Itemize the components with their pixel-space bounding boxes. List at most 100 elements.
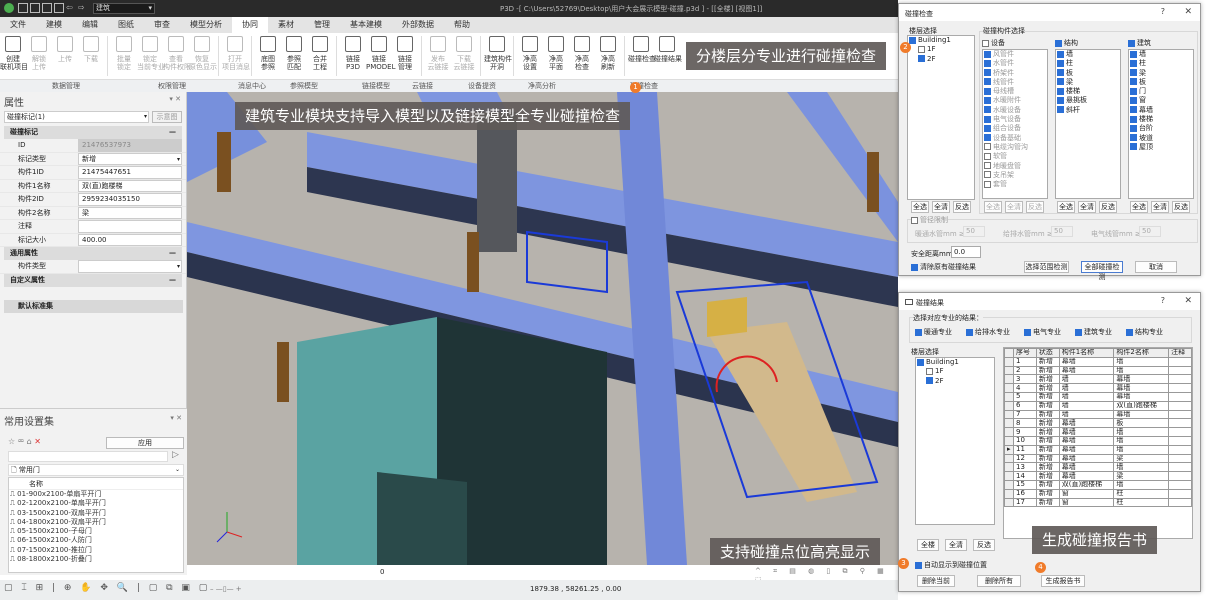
ribbon-button[interactable]: 净高 检查 [569,33,595,79]
ribbon-button[interactable]: 解锁 上传 [26,33,52,79]
checkbox[interactable] [1130,78,1137,86]
checkbox[interactable] [1130,87,1137,95]
element-selector[interactable]: 碰撞标记(1) ▾ [4,111,149,123]
property-section[interactable]: 通用属性 — [4,247,182,260]
pipe-limit-input[interactable]: 50 [963,226,985,237]
menu-tab[interactable]: 建模 [36,17,72,33]
table-row[interactable]: 4 新增墙幕墙 [1004,383,1192,393]
component-item[interactable]: 墙 [1129,50,1193,59]
checkbox[interactable] [1130,59,1137,67]
component-item[interactable]: 楼梯 [1129,115,1193,124]
column-header[interactable]: 结构 [1055,38,1078,48]
property-section[interactable]: 自定义属性 — [4,273,182,287]
ribbon-button[interactable]: 上传 [52,33,78,79]
component-item[interactable]: 水暖设备 [983,106,1047,115]
generate-report-button[interactable]: 生成报告书 [1041,575,1085,587]
checkbox[interactable] [984,87,991,95]
all-button[interactable]: 全选 [911,201,929,213]
checkbox[interactable] [984,171,991,179]
table-row[interactable]: 5 新增墙幕墙 [1004,391,1192,402]
row-selector[interactable] [1004,383,1014,393]
checkbox[interactable] [984,162,991,170]
list-item[interactable]: ⎍ 08-1800x2100-折叠门 [9,555,183,564]
checkbox[interactable] [984,96,991,104]
command-input[interactable]: 0 [380,568,384,576]
checkbox[interactable] [984,115,991,123]
property-value[interactable]: 梁 [78,206,182,219]
list-item[interactable]: ⎍ 06-1500x2100-人防门 [9,536,183,545]
tree-floor[interactable]: 2F [916,377,994,386]
component-item[interactable]: 板 [1129,78,1193,87]
component-item[interactable]: 斜杆 [1056,106,1120,115]
row-selector[interactable] [1004,391,1014,402]
new-file-icon[interactable] [18,3,28,13]
checkbox[interactable] [918,55,925,63]
list-item[interactable]: ⎍ 02-1200x2100-单扇平开门 [9,499,183,508]
checkbox[interactable] [1057,106,1064,114]
row-selector[interactable] [1004,453,1014,464]
ribbon-button[interactable]: 下载 [78,33,104,79]
row-selector[interactable] [1004,374,1014,385]
component-item[interactable]: 幕墙 [1129,106,1193,115]
ribbon-button[interactable]: 参照 匹配 [281,33,307,79]
preview-button[interactable]: 示意图 [152,111,182,123]
import-icon[interactable]: ⮹ [18,437,24,446]
ribbon-button[interactable]: 链接 P3D [340,33,366,79]
invert-button[interactable]: 反选 [1026,201,1044,213]
table-row[interactable]: ▸ 11 新增 幕墙墙 [1004,444,1192,455]
all-button[interactable]: 全选 [1057,201,1075,213]
default-set-row[interactable]: 默认标准集 [4,300,183,313]
row-selector[interactable] [1004,409,1014,420]
row-selector[interactable]: ▸ [1004,444,1014,455]
component-item[interactable]: 坡道 [1129,134,1193,143]
table-row[interactable]: 10 新增 幕墙墙 [1004,435,1192,446]
checkbox[interactable] [984,59,991,67]
clear-button[interactable]: 全清 [1151,201,1169,213]
delete-icon[interactable]: ✕ [34,437,41,446]
column-header[interactable]: 注释 [1168,348,1192,358]
row-selector[interactable] [1004,356,1014,367]
component-item[interactable]: 板 [1056,69,1120,78]
menu-tab[interactable]: 协同 [232,17,268,33]
menu-tab[interactable]: 基本建模 [340,17,392,33]
component-item[interactable]: 套管 [983,180,1047,189]
close-icon[interactable]: ✕ [1184,7,1192,17]
checkbox[interactable] [984,180,991,188]
ribbon-button[interactable]: 碰撞结果 [654,33,682,79]
ribbon-button[interactable]: 创建 联机项目 [0,33,28,79]
ribbon-button[interactable]: 净高 刷新 [595,33,621,79]
column-header[interactable]: 建筑 [1128,38,1151,48]
export-icon[interactable]: ⌂ [27,437,32,446]
component-item[interactable]: 桥架件 [983,69,1047,78]
component-item[interactable]: 柱 [1129,59,1193,68]
checkbox[interactable] [918,45,925,53]
collapse-icon[interactable]: — [169,247,176,260]
column-header[interactable]: 构件1名称 [1058,348,1115,358]
3d-viewport[interactable] [187,92,898,565]
invert-button[interactable]: 反选 [973,539,995,551]
checkbox[interactable] [926,367,933,375]
row-selector[interactable] [1004,497,1014,508]
component-item[interactable]: 窗 [1129,96,1193,105]
discipline-checkbox[interactable]: 给排水专业 [966,327,1010,337]
tree-floor[interactable]: 2F [908,55,974,64]
checkbox[interactable] [1130,106,1137,114]
collapse-icon[interactable]: — [169,274,176,287]
row-selector[interactable] [1004,418,1014,429]
pipe-limit-input[interactable]: 50 [1051,226,1073,237]
chevron-down-icon[interactable]: ▾ [177,154,180,165]
checkbox[interactable] [1128,39,1135,47]
table-row[interactable]: 15 新增 双(直)跑楼梯墙 [1004,479,1192,490]
ribbon-button[interactable]: 恢复 原色显示 [189,33,217,79]
checkbox[interactable] [915,328,922,336]
component-item[interactable]: 柱 [1056,59,1120,68]
row-selector[interactable] [1004,479,1014,490]
column-header[interactable]: 序号 [1013,348,1037,358]
open-folder-icon[interactable] [30,3,40,13]
discipline-select[interactable]: 建筑 ▾ [93,3,155,14]
row-selector[interactable] [1004,488,1014,499]
component-item[interactable]: 悬挑板 [1056,96,1120,105]
chevron-down-icon[interactable]: ▾ [177,261,180,272]
menu-tab[interactable]: 文件 [0,17,36,33]
category-select[interactable]: 🗋 常用门 ⌄ [8,464,184,476]
